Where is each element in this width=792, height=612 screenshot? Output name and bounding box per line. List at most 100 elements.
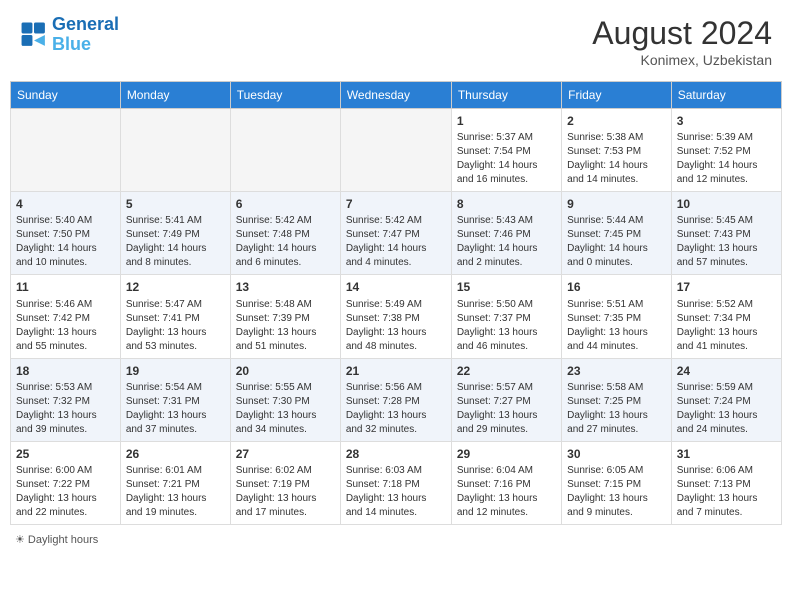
day-info: Sunrise: 6:06 AM Sunset: 7:13 PM Dayligh…	[677, 464, 776, 520]
calendar-cell: 8 Sunrise: 5:43 AM Sunset: 7:46 PM Daylig…	[451, 192, 561, 275]
calendar-cell	[230, 109, 340, 192]
day-info: Sunrise: 5:43 AM Sunset: 7:46 PM Dayligh…	[457, 214, 556, 270]
calendar-cell: 5Sunrise: 5:41 AM Sunset: 7:49 PM Daylig…	[120, 192, 230, 275]
calendar-cell: 26 Sunrise: 6:01 AM Sunset: 7:21 PM Dayli…	[120, 441, 230, 524]
calendar-cell: 10Sunrise: 5:45 AM Sunset: 7:43 PM Dayli…	[671, 192, 781, 275]
calendar-cell: 21 Sunrise: 5:56 AM Sunset: 7:28 PM Dayli…	[340, 358, 451, 441]
calendar-header-monday: Monday	[120, 82, 230, 109]
page-header: GeneralBlue August 2024 Konimex, Uzbekis…	[10, 10, 782, 73]
calendar-header-saturday: Saturday	[671, 82, 781, 109]
calendar-cell: 15Sunrise: 5:50 AM Sunset: 7:37 PM Dayli…	[451, 275, 561, 358]
calendar-cell: 29 Sunrise: 6:04 AM Sunset: 7:16 PM Dayli…	[451, 441, 561, 524]
title-block: August 2024 Konimex, Uzbekistan	[592, 15, 772, 68]
day-info: Sunrise: 5:56 AM Sunset: 7:28 PM Dayligh…	[346, 381, 446, 437]
calendar-header-sunday: Sunday	[11, 82, 121, 109]
day-info: Sunrise: 5:47 AM Sunset: 7:41 PM Dayligh…	[126, 298, 225, 354]
day-number: 4	[16, 196, 115, 212]
calendar-cell: 23 Sunrise: 5:58 AM Sunset: 7:25 PM Dayli…	[562, 358, 672, 441]
calendar-cell: 31Sunrise: 6:06 AM Sunset: 7:13 PM Dayli…	[671, 441, 781, 524]
day-info: Sunrise: 5:42 AM Sunset: 7:48 PM Dayligh…	[236, 214, 335, 270]
calendar-header-wednesday: Wednesday	[340, 82, 451, 109]
calendar-cell: 30Sunrise: 6:05 AM Sunset: 7:15 PM Dayli…	[562, 441, 672, 524]
calendar-cell: 18Sunrise: 5:53 AM Sunset: 7:32 PM Dayli…	[11, 358, 121, 441]
calendar-cell: 2 Sunrise: 5:38 AM Sunset: 7:53 PM Daylig…	[562, 109, 672, 192]
day-number: 23	[567, 363, 666, 379]
day-number: 10	[677, 196, 776, 212]
calendar-cell: 12 Sunrise: 5:47 AM Sunset: 7:41 PM Dayli…	[120, 275, 230, 358]
day-number: 3	[677, 113, 776, 129]
day-number: 15	[457, 279, 556, 295]
day-number: 9	[567, 196, 666, 212]
day-info: Sunrise: 5:51 AM Sunset: 7:35 PM Dayligh…	[567, 298, 666, 354]
day-number: 21	[346, 363, 446, 379]
calendar-cell: 24Sunrise: 5:59 AM Sunset: 7:24 PM Dayli…	[671, 358, 781, 441]
calendar-cell	[11, 109, 121, 192]
day-number: 16	[567, 279, 666, 295]
day-info: Sunrise: 5:42 AM Sunset: 7:47 PM Dayligh…	[346, 214, 446, 270]
day-info: Sunrise: 5:54 AM Sunset: 7:31 PM Dayligh…	[126, 381, 225, 437]
day-number: 12	[126, 279, 225, 295]
day-info: Sunrise: 6:01 AM Sunset: 7:21 PM Dayligh…	[126, 464, 225, 520]
day-info: Sunrise: 6:02 AM Sunset: 7:19 PM Dayligh…	[236, 464, 335, 520]
day-number: 30	[567, 446, 666, 462]
calendar-cell: 17Sunrise: 5:52 AM Sunset: 7:34 PM Dayli…	[671, 275, 781, 358]
calendar-week-4: 18Sunrise: 5:53 AM Sunset: 7:32 PM Dayli…	[11, 358, 782, 441]
day-number: 20	[236, 363, 335, 379]
calendar-cell: 6 Sunrise: 5:42 AM Sunset: 7:48 PM Daylig…	[230, 192, 340, 275]
calendar-week-2: 4 Sunrise: 5:40 AM Sunset: 7:50 PM Daylig…	[11, 192, 782, 275]
day-info: Sunrise: 6:03 AM Sunset: 7:18 PM Dayligh…	[346, 464, 446, 520]
calendar-cell: 27Sunrise: 6:02 AM Sunset: 7:19 PM Dayli…	[230, 441, 340, 524]
calendar-week-3: 11Sunrise: 5:46 AM Sunset: 7:42 PM Dayli…	[11, 275, 782, 358]
day-number: 29	[457, 446, 556, 462]
day-info: Sunrise: 5:40 AM Sunset: 7:50 PM Dayligh…	[16, 214, 115, 270]
day-number: 17	[677, 279, 776, 295]
calendar-cell	[120, 109, 230, 192]
day-info: Sunrise: 5:37 AM Sunset: 7:54 PM Dayligh…	[457, 131, 556, 187]
calendar-week-1: 1 Sunrise: 5:37 AM Sunset: 7:54 PM Daylig…	[11, 109, 782, 192]
calendar-week-5: 25 Sunrise: 6:00 AM Sunset: 7:22 PM Dayli…	[11, 441, 782, 524]
calendar-cell: 11Sunrise: 5:46 AM Sunset: 7:42 PM Dayli…	[11, 275, 121, 358]
day-number: 18	[16, 363, 115, 379]
calendar-cell: 4 Sunrise: 5:40 AM Sunset: 7:50 PM Daylig…	[11, 192, 121, 275]
calendar-header-friday: Friday	[562, 82, 672, 109]
day-number: 24	[677, 363, 776, 379]
day-info: Sunrise: 5:44 AM Sunset: 7:45 PM Dayligh…	[567, 214, 666, 270]
logo-text: GeneralBlue	[52, 15, 119, 55]
location: Konimex, Uzbekistan	[592, 52, 772, 68]
calendar-cell: 16 Sunrise: 5:51 AM Sunset: 7:35 PM Dayli…	[562, 275, 672, 358]
calendar-header-tuesday: Tuesday	[230, 82, 340, 109]
day-number: 26	[126, 446, 225, 462]
day-number: 28	[346, 446, 446, 462]
day-number: 8	[457, 196, 556, 212]
day-number: 7	[346, 196, 446, 212]
calendar-cell: 9 Sunrise: 5:44 AM Sunset: 7:45 PM Daylig…	[562, 192, 672, 275]
day-number: 22	[457, 363, 556, 379]
day-info: Sunrise: 5:58 AM Sunset: 7:25 PM Dayligh…	[567, 381, 666, 437]
legend: ☀ Daylight hours	[10, 533, 782, 546]
day-info: Sunrise: 5:55 AM Sunset: 7:30 PM Dayligh…	[236, 381, 335, 437]
day-number: 2	[567, 113, 666, 129]
month-year: August 2024	[592, 15, 772, 52]
day-number: 19	[126, 363, 225, 379]
logo-icon	[20, 21, 48, 49]
daylight-hours-label: Daylight hours	[28, 534, 98, 546]
day-number: 1	[457, 113, 556, 129]
calendar-table: SundayMondayTuesdayWednesdayThursdayFrid…	[10, 81, 782, 525]
calendar-cell: 28 Sunrise: 6:03 AM Sunset: 7:18 PM Dayli…	[340, 441, 451, 524]
calendar-cell: 20 Sunrise: 5:55 AM Sunset: 7:30 PM Dayli…	[230, 358, 340, 441]
calendar-header-row: SundayMondayTuesdayWednesdayThursdayFrid…	[11, 82, 782, 109]
day-number: 6	[236, 196, 335, 212]
day-number: 25	[16, 446, 115, 462]
day-info: Sunrise: 5:46 AM Sunset: 7:42 PM Dayligh…	[16, 298, 115, 354]
calendar-cell: 7 Sunrise: 5:42 AM Sunset: 7:47 PM Daylig…	[340, 192, 451, 275]
day-info: Sunrise: 6:04 AM Sunset: 7:16 PM Dayligh…	[457, 464, 556, 520]
day-info: Sunrise: 5:57 AM Sunset: 7:27 PM Dayligh…	[457, 381, 556, 437]
day-info: Sunrise: 5:48 AM Sunset: 7:39 PM Dayligh…	[236, 298, 335, 354]
calendar-cell: 13Sunrise: 5:48 AM Sunset: 7:39 PM Dayli…	[230, 275, 340, 358]
day-info: Sunrise: 5:38 AM Sunset: 7:53 PM Dayligh…	[567, 131, 666, 187]
day-info: Sunrise: 5:39 AM Sunset: 7:52 PM Dayligh…	[677, 131, 776, 187]
calendar-cell: 3 Sunrise: 5:39 AM Sunset: 7:52 PM Daylig…	[671, 109, 781, 192]
calendar-cell: 1 Sunrise: 5:37 AM Sunset: 7:54 PM Daylig…	[451, 109, 561, 192]
day-info: Sunrise: 6:00 AM Sunset: 7:22 PM Dayligh…	[16, 464, 115, 520]
day-number: 5	[126, 196, 225, 212]
